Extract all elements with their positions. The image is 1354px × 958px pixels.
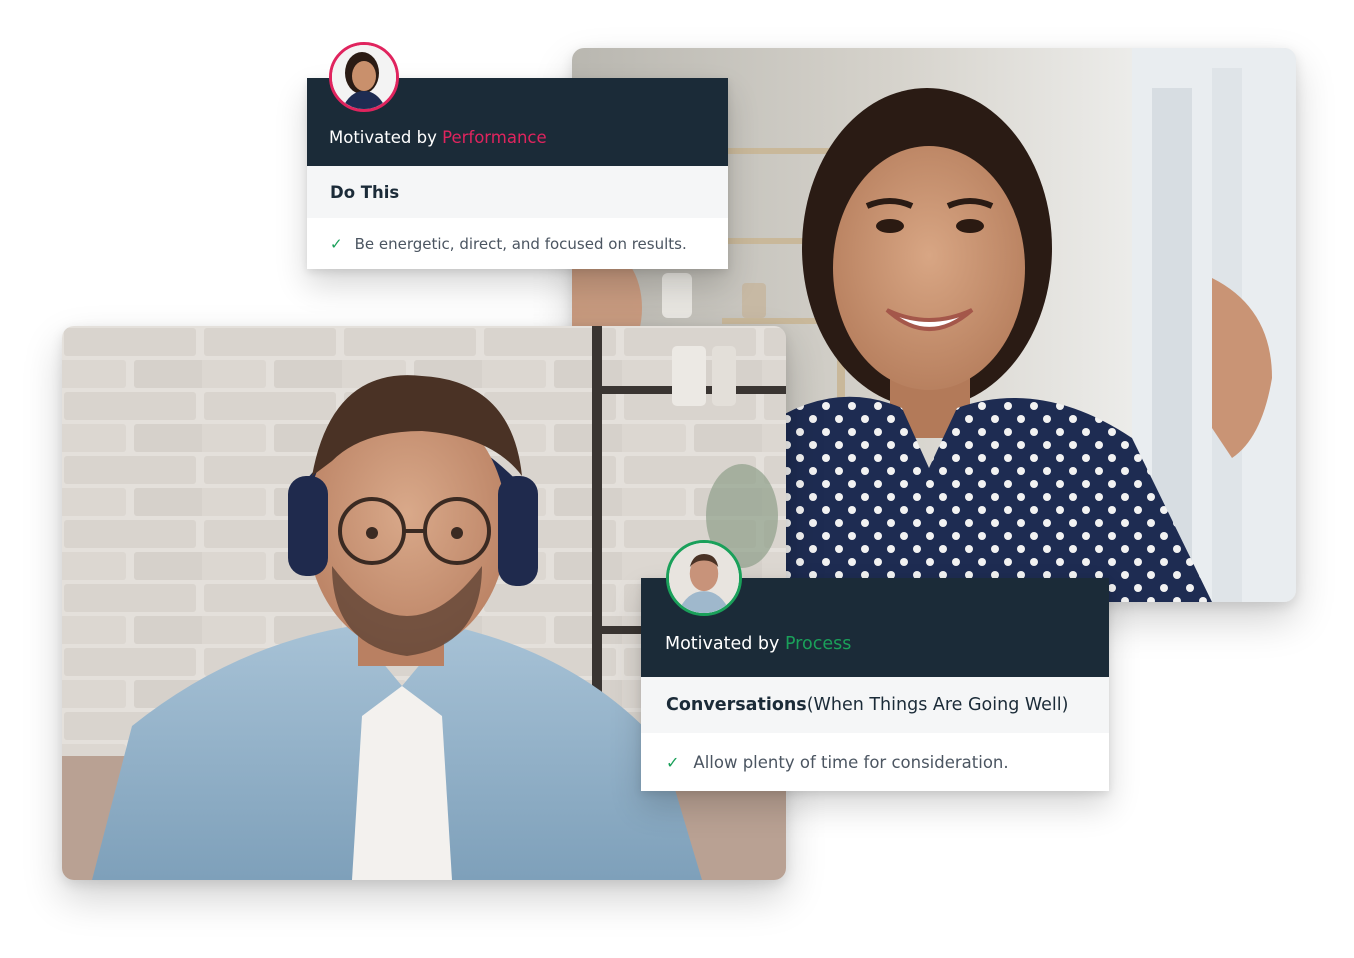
check-icon: ✓ [666, 752, 680, 772]
motivator-process: Process [784, 634, 852, 654]
motivated-by-label: Motivated by Performance [329, 128, 547, 147]
motivated-prefix: Motivated by [329, 128, 443, 147]
section-title: Do This [330, 182, 400, 202]
section-title: Conversations [666, 695, 807, 715]
motivator-performance: Performance [442, 128, 547, 147]
list-item: ✓ Be energetic, direct, and focused on r… [307, 218, 728, 269]
list-item-text: Be energetic, direct, and focused on res… [354, 234, 687, 253]
check-icon: ✓ [330, 234, 343, 253]
avatar-image-man [669, 543, 739, 613]
section-header: Do This [307, 166, 728, 218]
section-qualifier: (When Things Are Going Well) [806, 695, 1069, 715]
avatar-image-woman [332, 45, 396, 109]
list-item-text: Allow plenty of time for consideration. [693, 752, 1009, 772]
list-item: ✓ Allow plenty of time for consideration… [641, 733, 1109, 791]
motivated-by-label: Motivated by Process [665, 634, 851, 654]
motivated-prefix: Motivated by [665, 634, 785, 654]
avatar-woman [329, 42, 399, 112]
section-header: Conversations (When Things Are Going Wel… [641, 677, 1109, 733]
avatar-man [666, 540, 742, 616]
